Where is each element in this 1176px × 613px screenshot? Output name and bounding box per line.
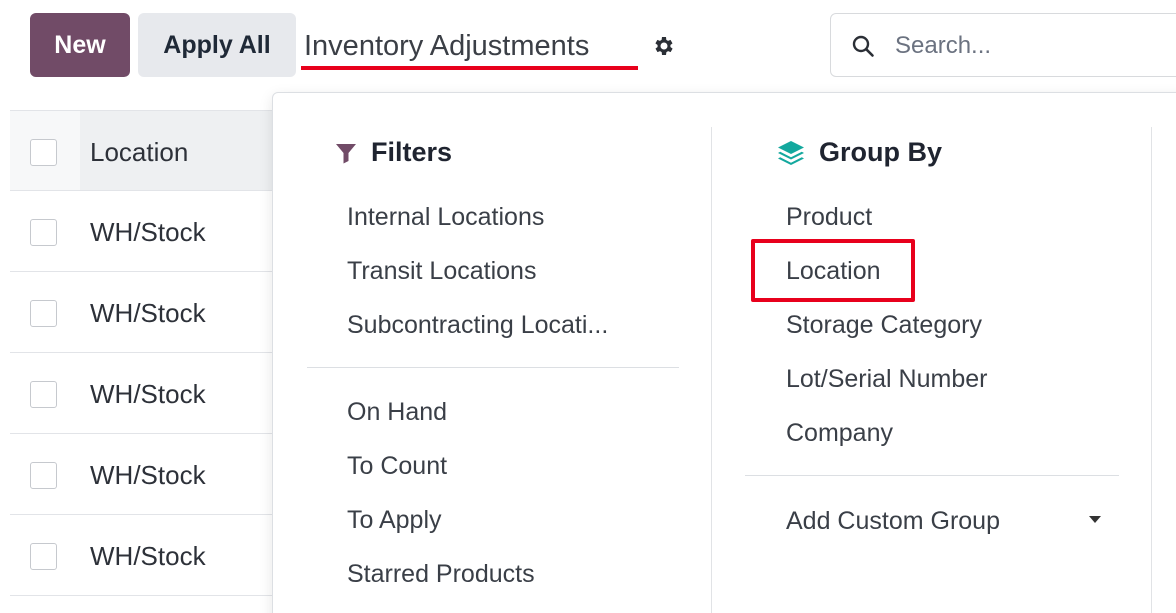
add-custom-group-select[interactable]: Add Custom Group [786,507,1000,536]
table-row[interactable]: WH/Stock [10,191,275,272]
chevron-down-icon[interactable] [1089,516,1101,523]
filter-to-apply[interactable]: To Apply [347,506,442,535]
title-annotation-underline [301,66,638,70]
table-row[interactable]: WH/Stock [10,272,275,353]
new-button[interactable]: New [30,13,130,77]
group-by-company[interactable]: Company [786,419,893,448]
search-icon [852,35,874,57]
search-input[interactable] [895,24,1175,68]
group-by-lot-serial-number[interactable]: Lot/Serial Number [786,365,987,394]
location-cell: WH/Stock [90,379,206,409]
location-cell: WH/Stock [90,217,206,247]
location-cell: WH/Stock [90,298,206,328]
layers-icon [778,140,804,165]
table-row[interactable]: WH/Stock [10,515,275,596]
row-checkbox[interactable] [30,381,57,408]
search-options-dropdown: Filters Internal Locations Transit Locat… [272,92,1176,613]
select-all-checkbox[interactable] [30,139,57,166]
row-checkbox[interactable] [30,462,57,489]
column-header-location[interactable]: Location [90,137,188,168]
group-by-storage-category[interactable]: Storage Category [786,311,982,340]
row-checkbox[interactable] [30,219,57,246]
page-title: Inventory Adjustments [304,30,590,62]
list-header-row: Location [10,110,275,191]
filter-transit-locations[interactable]: Transit Locations [347,257,536,286]
filters-section-title: Filters [335,137,452,168]
row-checkbox[interactable] [30,300,57,327]
row-checkbox[interactable] [30,543,57,570]
filters-label: Filters [371,137,453,167]
location-annotation-box [751,239,915,302]
filter-starred-products[interactable]: Starred Products [347,560,535,589]
column-divider [1151,127,1152,613]
filter-icon [336,143,356,163]
search-bar[interactable] [830,13,1176,77]
location-cell: WH/Stock [90,541,206,571]
column-divider [711,127,712,613]
group-by-label: Group By [819,137,943,167]
filter-subcontracting-locations[interactable]: Subcontracting Locati... [347,311,608,340]
group-by-separator [745,475,1119,476]
inventory-list: Location WH/Stock WH/Stock WH/Stock WH/S… [10,110,275,596]
table-row[interactable]: WH/Stock [10,434,275,515]
gear-icon[interactable] [652,34,676,58]
filter-internal-locations[interactable]: Internal Locations [347,203,544,232]
filters-separator [307,367,679,368]
filter-on-hand[interactable]: On Hand [347,398,447,427]
group-by-product[interactable]: Product [786,203,872,232]
table-row[interactable]: WH/Stock [10,353,275,434]
location-cell: WH/Stock [90,460,206,490]
apply-all-button[interactable]: Apply All [138,13,296,77]
filter-to-count[interactable]: To Count [347,452,447,481]
group-by-section-title: Group By [777,137,942,168]
